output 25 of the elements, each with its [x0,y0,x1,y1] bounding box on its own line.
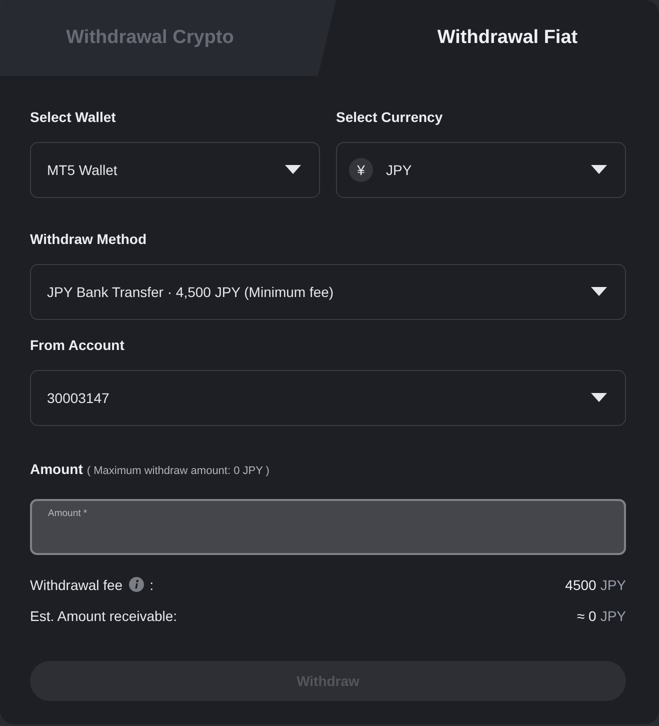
caret-icon [285,164,301,174]
caret-icon [591,392,607,402]
caret-icon [591,164,607,174]
info-icon[interactable] [128,577,144,592]
amount-field[interactable]: Amount * [30,499,626,555]
currency-select[interactable]: ¥ JPY [336,142,626,198]
max-amount-note: ( Maximum withdraw amount: 0 JPY ) [86,465,270,477]
account-select[interactable]: 30003147 [30,370,626,426]
field-label: Select Wallet [30,109,117,126]
currency-unit: JPY [600,576,626,592]
caret-icon [591,286,607,296]
summary-label: Withdrawal fee [30,576,123,592]
wallet-select[interactable]: MT5 Wallet [30,142,320,198]
summary-label: Est. Amount receivable: [30,608,178,624]
tab[interactable]: Withdrawal Fiat [336,0,659,76]
field-label: Withdraw Method [30,231,148,248]
yen-icon: ¥ [349,158,373,182]
field-label: Select Currency [336,109,444,126]
field-label: From Account [30,337,126,354]
currency-unit: JPY [600,608,626,624]
field-label: Amount [30,461,83,478]
method-select[interactable]: JPY Bank Transfer · 4,500 JPY (Minimum fee) [30,264,626,320]
summary-value: ≈ 0 [576,608,596,624]
summary-value: 4500 [565,576,596,592]
colon-text: : [150,576,154,592]
